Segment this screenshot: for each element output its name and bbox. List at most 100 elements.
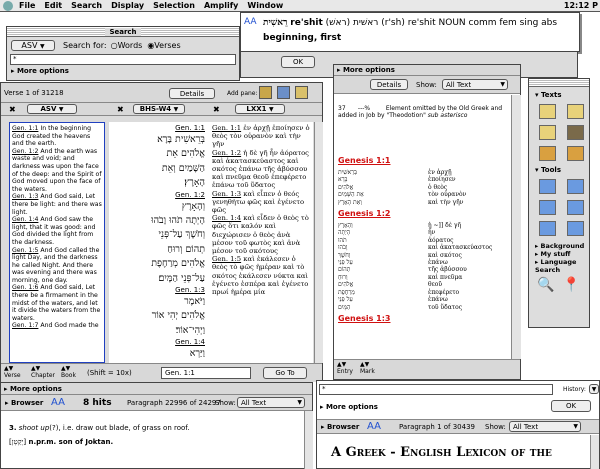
language-section[interactable]: ▸ Language (535, 258, 589, 266)
text-icon-c[interactable] (539, 125, 556, 140)
parallel-body[interactable]: Genesis 1:1 בְּרֵאשִׁית ἐν ἀρχῇ בָּרָא ἐποίη… (338, 153, 508, 359)
greek-pane[interactable]: Gen. 1:1 ἐν ἀρχῇ ἐποίησεν ὁ θεὸς τὸν οὐρ… (209, 122, 313, 363)
alignment-row: וְאֵת הָאָרֶץ καὶ τὴν γῆν (338, 199, 508, 206)
passage-heading[interactable]: Genesis 1:2 (338, 209, 508, 218)
menu-edit[interactable]: Edit (44, 1, 62, 10)
text-scrollbar[interactable] (314, 122, 323, 363)
hebrew-pane[interactable]: Gen. 1:1 בְּרֵאשִׁית בָּרָא אֱלֹהִים אֵת הַ… (109, 122, 209, 363)
entry-nav[interactable]: ▲▼ Entry (337, 361, 353, 375)
add-pane-text-icon[interactable] (259, 86, 272, 99)
verse-ref[interactable]: Gen. 1:1 (212, 124, 241, 132)
browser2-show-select[interactable]: All Text ▼ (509, 421, 581, 432)
browser2-font-icon[interactable]: AA (367, 421, 381, 432)
background-section[interactable]: ▸ Background (535, 242, 589, 250)
pane-asv-select[interactable]: ASV ▼ (27, 104, 77, 114)
verse-ref[interactable]: Gen. 1:3 (113, 286, 205, 295)
verse-ref[interactable]: Gen. 1:5 (12, 247, 38, 254)
book-nav[interactable]: ▲▼ Book (61, 365, 76, 379)
menu-search[interactable]: Search (71, 1, 102, 10)
close-pane-icon[interactable]: ✖ (213, 105, 220, 114)
tool-icon-e[interactable] (539, 221, 556, 236)
parallel-more-options[interactable]: ▸ More options (334, 65, 520, 76)
browser1-show-select[interactable]: All Text ▼ (237, 397, 305, 408)
search-for-label: Search for: (63, 41, 107, 50)
browser2-expand[interactable]: ▸ Browser (321, 423, 359, 431)
search-input[interactable]: * (10, 54, 236, 65)
pin-icon[interactable]: 📍 (562, 277, 579, 293)
mark-nav[interactable]: ▲▼ Mark (360, 361, 375, 375)
menu-amplify[interactable]: Amplify (204, 1, 238, 10)
search-version-select[interactable]: ASV ▼ (11, 40, 55, 51)
browser2-scrollbar[interactable] (590, 435, 599, 469)
verses-radio[interactable]: ◉Verses (147, 41, 180, 50)
goto-button[interactable]: Go To (263, 367, 307, 379)
verse-ref[interactable]: Gen. 1:6 (12, 284, 38, 291)
hebrew-line: הָיְתָה תֹהוּ וָבֹהוּ (151, 215, 205, 227)
popup-font-icon[interactable]: AA (244, 17, 257, 27)
verse-ref[interactable]: Gen. 1:4 (113, 338, 205, 347)
close-pane-icon[interactable]: ✖ (9, 105, 16, 114)
search-more-options[interactable]: ▸ More options (11, 67, 69, 75)
text-icon-e[interactable] (539, 146, 556, 161)
verse-item: Gen. 1:7 And God made the (12, 322, 102, 330)
verse-ref[interactable]: Gen. 1:1 (113, 124, 205, 133)
my-stuff-section[interactable]: ▸ My stuff (535, 250, 589, 258)
greek-word: καὶ σκότος (428, 251, 462, 259)
browser1-font-icon[interactable]: AA (51, 397, 65, 408)
text-icon-a[interactable] (539, 104, 556, 119)
text-icon-f[interactable] (567, 146, 584, 161)
close-pane-icon[interactable]: ✖ (117, 105, 124, 114)
verse-ref[interactable]: Gen. 1:4 (12, 216, 38, 223)
apple-icon[interactable] (3, 0, 13, 11)
tool-icon-b[interactable] (567, 179, 584, 194)
reference-input[interactable]: Gen. 1:1 (161, 367, 251, 379)
details-button[interactable]: Details (169, 88, 215, 99)
add-pane-notes-icon[interactable] (295, 86, 308, 99)
asv-pane[interactable]: Gen. 1:1 In the beginning God created th… (9, 122, 105, 363)
menu-window[interactable]: Window (247, 1, 283, 10)
ok-button[interactable]: OK (281, 56, 315, 68)
add-pane-parallel-icon[interactable] (277, 86, 290, 99)
verse-ref[interactable]: Gen. 1:2 (12, 148, 38, 155)
history-select[interactable]: ▼ (589, 384, 599, 394)
tool-icon-f[interactable] (567, 221, 584, 236)
passage-heading[interactable]: Genesis 1:3 (338, 314, 508, 323)
tool-icon-c[interactable] (539, 200, 556, 215)
verse-ref[interactable]: Gen. 1:3 (212, 190, 241, 198)
parallel-show-select[interactable]: All Text ▼ (442, 79, 508, 90)
menu-file[interactable]: File (19, 1, 35, 10)
parallel-scrollbar[interactable] (511, 95, 521, 359)
browser1-show-label: Show: (215, 399, 236, 407)
browser1-expand[interactable]: ▸ Browser (5, 399, 43, 407)
text-icon-b[interactable] (567, 104, 584, 119)
menu-selection[interactable]: Selection (153, 1, 195, 10)
tool-icon-a[interactable] (539, 179, 556, 194)
alignment-row: תְהוֹם τῆς ἀβύσσου (338, 266, 508, 273)
menu-display[interactable]: Display (111, 1, 144, 10)
hebrew-word: תֹהוּ (338, 236, 347, 244)
hebrew-line: עַל־פְּנֵי הַמָּיִם׃ (158, 272, 205, 284)
verse-ref[interactable]: Gen. 1:7 (12, 322, 38, 329)
language-label: Language (540, 258, 577, 266)
verse-nav[interactable]: ▲▼ Verse (4, 365, 21, 379)
verse-ref[interactable]: Gen. 1:2 (212, 149, 241, 157)
words-radio[interactable]: ○Words (111, 41, 143, 50)
parallel-details-button[interactable]: Details (370, 79, 408, 90)
browser2-ok-button[interactable]: OK (551, 400, 591, 412)
browser1-content[interactable]: 3. shoot up(?), i.e. draw out blade, of … (9, 421, 189, 449)
pane-bhs-select[interactable]: BHS-W4 ▼ (133, 104, 185, 114)
chapter-nav[interactable]: ▲▼ Chapter (31, 365, 55, 379)
browser1-more-options[interactable]: ▸ More options (1, 383, 312, 395)
passage-heading[interactable]: Genesis 1:1 (338, 156, 508, 165)
browser1-scrollbar[interactable] (304, 411, 313, 469)
verse-ref[interactable]: Gen. 1:1 (12, 125, 38, 132)
browser2-search-input[interactable]: * (319, 384, 553, 395)
browser2-more-options[interactable]: ▸ More options (317, 403, 378, 411)
pane-lxx-select[interactable]: LXX1 ▼ (235, 104, 285, 114)
text-icon-d[interactable] (567, 125, 584, 140)
alignment-row: וְחֹשֶׁךְ καὶ σκότος (338, 252, 508, 259)
verse-ref[interactable]: Gen. 1:3 (12, 193, 38, 200)
verse-ref[interactable]: Gen. 1:2 (113, 191, 205, 200)
magnifier-icon[interactable]: 🔍 (537, 277, 554, 293)
tool-icon-d[interactable] (567, 200, 584, 215)
